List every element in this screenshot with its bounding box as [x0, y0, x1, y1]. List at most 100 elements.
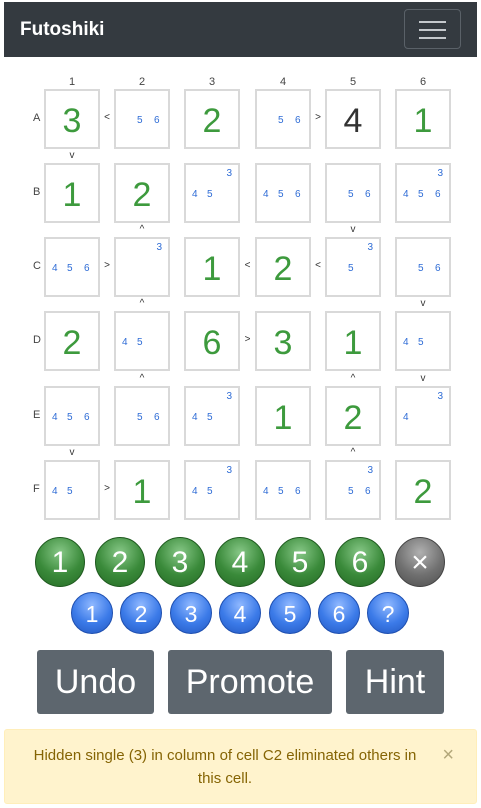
grid-cell-a3[interactable]: 2 — [184, 89, 240, 149]
pencil-button-1[interactable]: 1 — [71, 592, 113, 634]
cell-value: 3 — [273, 324, 293, 362]
candidate-note: 6 — [295, 486, 301, 497]
cell-value: 2 — [413, 473, 433, 511]
digit-button-2[interactable]: 2 — [95, 537, 145, 587]
cell-value: 1 — [202, 250, 222, 288]
row-label: A — [33, 112, 41, 124]
row-label: E — [33, 409, 41, 421]
cell-value: 2 — [202, 102, 222, 140]
column-label: 2 — [138, 76, 146, 88]
candidate-note: 3 — [226, 465, 232, 476]
grid-cell-e6[interactable]: 34 — [395, 386, 451, 446]
cell-value: 4 — [343, 102, 363, 140]
pencil-button-4[interactable]: 4 — [219, 592, 261, 634]
cell-value: 1 — [62, 176, 82, 214]
column-label: 6 — [419, 76, 427, 88]
digit-button-5[interactable]: 5 — [275, 537, 325, 587]
grid-cell-a2[interactable]: 56 — [114, 89, 170, 149]
grid-cell-e4[interactable]: 1 — [255, 386, 311, 446]
candidate-note: 5 — [137, 115, 143, 126]
grid-cell-e2[interactable]: 56 — [114, 386, 170, 446]
cell-value: 1 — [413, 102, 433, 140]
candidate-note: 5 — [278, 486, 284, 497]
candidate-note: 5 — [137, 412, 143, 423]
pencil-button-6[interactable]: 6 — [318, 592, 360, 634]
candidate-note: 5 — [418, 337, 424, 348]
alert-message: Hidden single (3) in column of cell C2 e… — [33, 747, 417, 787]
candidate-note: 5 — [207, 486, 213, 497]
grid-cell-b4[interactable]: 456 — [255, 163, 311, 223]
grid-cell-c4[interactable]: 2 — [255, 237, 311, 297]
grid-cell-d2[interactable]: 45 — [114, 311, 170, 371]
candidate-note: 6 — [295, 189, 301, 200]
close-icon[interactable]: × — [442, 744, 454, 767]
grid-cell-d1[interactable]: 2 — [44, 311, 100, 371]
clear-button[interactable]: × — [395, 537, 445, 587]
inequality-sign: > — [315, 112, 321, 123]
grid-cell-b2[interactable]: 2 — [114, 163, 170, 223]
grid-cell-f2[interactable]: 1 — [114, 460, 170, 520]
column-label: 4 — [279, 76, 287, 88]
candidate-note: 4 — [263, 486, 269, 497]
grid-cell-a5[interactable]: 4 — [325, 89, 381, 149]
grid-cell-f4[interactable]: 456 — [255, 460, 311, 520]
grid-cell-c5[interactable]: 35 — [325, 237, 381, 297]
promote-button[interactable]: Promote — [168, 650, 332, 714]
grid-cell-a4[interactable]: 56 — [255, 89, 311, 149]
candidate-note: 4 — [192, 486, 198, 497]
candidate-note: 5 — [67, 412, 73, 423]
grid-cell-f6[interactable]: 2 — [395, 460, 451, 520]
grid-cell-e1[interactable]: 456 — [44, 386, 100, 446]
grid-cell-f3[interactable]: 3 45 — [184, 460, 240, 520]
candidate-note: 4 — [192, 412, 198, 423]
digit-button-1[interactable]: 1 — [35, 537, 85, 587]
candidate-note: 3 — [437, 391, 443, 402]
pencil-button-5[interactable]: 5 — [269, 592, 311, 634]
candidate-note: 6 — [84, 263, 90, 274]
pencil-button-2[interactable]: 2 — [120, 592, 162, 634]
grid-cell-f1[interactable]: 45 — [44, 460, 100, 520]
column-label: 1 — [68, 76, 76, 88]
digit-button-3[interactable]: 3 — [155, 537, 205, 587]
candidate-note: 4 — [52, 263, 58, 274]
grid-cell-c3[interactable]: 1 — [184, 237, 240, 297]
candidate-note: 6 — [154, 412, 160, 423]
grid-cell-f5[interactable]: 3 56 — [325, 460, 381, 520]
grid-cell-a1[interactable]: 3 — [44, 89, 100, 149]
grid-cell-c1[interactable]: 456 — [44, 237, 100, 297]
inequality-sign: < — [315, 260, 321, 271]
grid-cell-a6[interactable]: 1 — [395, 89, 451, 149]
help-button[interactable]: ? — [367, 592, 409, 634]
grid-cell-b5[interactable]: 56 — [325, 163, 381, 223]
inequality-sign: v — [69, 447, 75, 458]
grid-cell-d5[interactable]: 1 — [325, 311, 381, 371]
hint-button[interactable]: Hint — [346, 650, 444, 714]
cell-value: 6 — [202, 324, 222, 362]
grid-cell-b1[interactable]: 1 — [44, 163, 100, 223]
grid-cell-d4[interactable]: 3 — [255, 311, 311, 371]
inequality-sign: v — [350, 224, 356, 235]
inequality-sign: < — [244, 260, 251, 271]
candidate-note: 4 — [52, 412, 58, 423]
inequality-sign: ^ — [139, 224, 145, 235]
candidate-note: 5 — [67, 263, 73, 274]
puzzle-board: 123456ABCDEF3562564112345456563456456312… — [0, 0, 481, 530]
digit-button-4[interactable]: 4 — [215, 537, 265, 587]
grid-cell-e3[interactable]: 3 45 — [184, 386, 240, 446]
candidate-note: 3 — [367, 242, 373, 253]
cell-value: 2 — [343, 399, 363, 437]
pencil-button-3[interactable]: 3 — [170, 592, 212, 634]
digit-button-6[interactable]: 6 — [335, 537, 385, 587]
grid-cell-c6[interactable]: 56 — [395, 237, 451, 297]
candidate-note: 5 — [418, 263, 424, 274]
candidate-note: 3 — [226, 391, 232, 402]
grid-cell-b3[interactable]: 3 45 — [184, 163, 240, 223]
grid-cell-d6[interactable]: 45 — [395, 311, 451, 371]
inequality-sign: ^ — [139, 298, 145, 309]
candidate-note: 5 — [278, 189, 284, 200]
grid-cell-c2[interactable]: 3 — [114, 237, 170, 297]
grid-cell-e5[interactable]: 2 — [325, 386, 381, 446]
grid-cell-d3[interactable]: 6 — [184, 311, 240, 371]
undo-button[interactable]: Undo — [37, 650, 154, 714]
grid-cell-b6[interactable]: 3 456 — [395, 163, 451, 223]
